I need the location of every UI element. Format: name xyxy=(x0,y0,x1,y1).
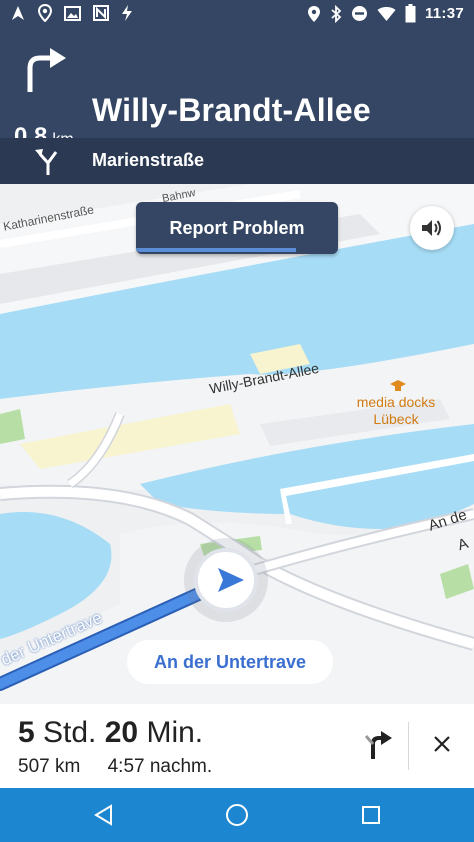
navigation-icon xyxy=(12,6,24,20)
current-street-name: Willy-Brandt-Allee xyxy=(92,92,371,128)
bluetooth-icon xyxy=(331,4,342,23)
location-icon xyxy=(307,5,320,22)
image-icon xyxy=(64,5,81,21)
eta-hours-unit: Std. xyxy=(43,716,97,749)
battery-icon xyxy=(405,4,416,23)
clock: 11:37 xyxy=(424,5,464,22)
eta-minutes: 20 xyxy=(104,716,139,749)
recents-button[interactable] xyxy=(354,798,388,832)
trip-details: 507 km 4:57 nachm. xyxy=(18,756,234,778)
report-progress-strip xyxy=(136,248,296,252)
next-street-name: Marienstraße xyxy=(92,150,205,170)
speaker-icon xyxy=(422,220,441,236)
remaining-distance: 507 km xyxy=(18,756,81,777)
system-navigation-bar xyxy=(0,788,474,842)
map-view[interactable]: Katharinenstraße Bahnw Willy-Brandt-Alle… xyxy=(0,184,474,704)
back-triangle-icon xyxy=(94,804,112,826)
flash-icon xyxy=(122,5,132,21)
route-options-button[interactable] xyxy=(356,722,400,766)
turn-right-arrow-icon xyxy=(27,48,66,92)
wifi-icon xyxy=(377,6,396,21)
status-bar: 11:37 xyxy=(0,0,474,28)
panel-divider xyxy=(408,722,409,770)
navigation-panel: 0,8 km Willy-Brandt-Allee xyxy=(0,28,474,150)
eta-minutes-unit: Min. xyxy=(146,716,204,749)
recents-square-icon xyxy=(362,806,380,824)
current-street-pill: An der Untertrave xyxy=(127,640,333,684)
arrival-time: 4:57 nachm. xyxy=(107,756,213,777)
trip-summary-panel[interactable]: 5 Std. 20 Min. 507 km 4:57 nachm. xyxy=(0,704,474,788)
home-button[interactable] xyxy=(220,798,254,832)
report-problem-button[interactable]: Report Problem xyxy=(136,202,338,254)
close-navigation-button[interactable] xyxy=(420,722,464,766)
eta-hours: 5 xyxy=(18,716,35,749)
poi-label-line1: media docks xyxy=(356,394,436,410)
do-not-disturb-icon xyxy=(351,6,367,21)
route-options-icon xyxy=(364,731,392,759)
close-icon xyxy=(434,736,450,752)
sound-button[interactable] xyxy=(410,206,454,250)
home-circle-icon xyxy=(226,804,248,826)
keep-left-fork-icon xyxy=(35,149,58,175)
next-instruction-bar: Marienstraße xyxy=(0,138,474,184)
back-button[interactable] xyxy=(86,798,120,832)
eta-duration: 5 Std. 20 Min. xyxy=(18,716,203,750)
n-app-icon xyxy=(93,5,109,21)
location-pin-icon xyxy=(38,4,52,22)
map-poi-media-docks: media docks Lübeck xyxy=(356,394,436,428)
poi-label-line2: Lübeck xyxy=(373,411,419,427)
